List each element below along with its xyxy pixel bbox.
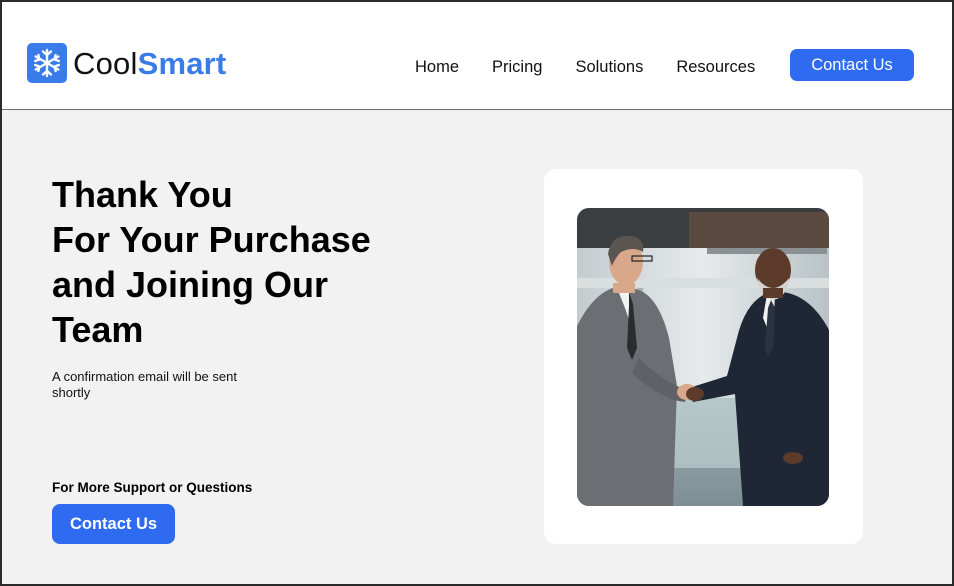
nav-item-resources[interactable]: Resources [676, 58, 755, 77]
contact-button[interactable]: Contact Us [52, 504, 175, 544]
snowflake-icon [27, 43, 67, 83]
page-frame: CoolSmart Home Pricing Solutions Resourc… [0, 0, 954, 586]
photo-card [544, 169, 863, 544]
headline-line-2: For Your Purchase [52, 219, 371, 260]
brand-name: CoolSmart [73, 48, 226, 79]
main-nav: Home Pricing Solutions Resources [415, 58, 755, 77]
support-label: For More Support or Questions [52, 480, 253, 495]
brand-logo[interactable]: CoolSmart [27, 42, 226, 84]
headline-line-1: Thank You [52, 174, 233, 215]
brand-name-part2: Smart [137, 45, 227, 81]
confirmation-text: A confirmation email will be sent shortl… [52, 369, 237, 400]
nav-item-home[interactable]: Home [415, 58, 459, 77]
site-header: CoolSmart Home Pricing Solutions Resourc… [2, 2, 952, 110]
headline-line-4: Team [52, 309, 144, 350]
page-title: Thank You For Your Purchase and Joining … [52, 172, 472, 352]
nav-item-solutions[interactable]: Solutions [575, 58, 643, 77]
header-contact-button[interactable]: Contact Us [790, 49, 914, 81]
nav-item-pricing[interactable]: Pricing [492, 58, 542, 77]
brand-name-part1: Cool [73, 45, 138, 81]
headline-line-3: and Joining Our [52, 264, 328, 305]
handshake-photo [577, 208, 829, 506]
